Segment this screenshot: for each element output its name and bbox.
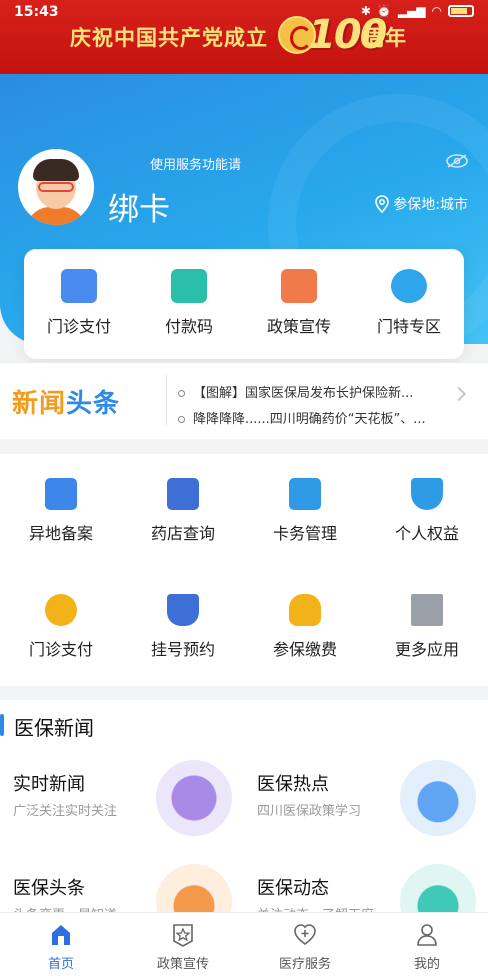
location-pin-icon xyxy=(375,195,390,213)
news-card-realtime[interactable]: 实时新闻 广泛关注实时关注 xyxy=(0,760,244,880)
star-badge-icon xyxy=(173,924,193,947)
service-pharmacy-query[interactable]: 药店查询 xyxy=(122,454,244,554)
quick-action-outpatient-pay[interactable]: 门诊支付 xyxy=(24,249,134,359)
quick-action-label: 付款码 xyxy=(164,317,213,336)
card-icon xyxy=(289,478,321,510)
nav-mine[interactable]: 我的 xyxy=(366,913,488,976)
nav-medical-service[interactable]: 医疗服务 xyxy=(244,913,366,976)
badge-icon xyxy=(411,478,443,510)
wallet-icon xyxy=(61,269,97,303)
divider xyxy=(166,375,167,425)
nav-home[interactable]: 首页 xyxy=(0,913,122,976)
registration-icon xyxy=(167,594,199,626)
service-label: 更多应用 xyxy=(394,640,459,659)
avatar[interactable] xyxy=(18,149,94,225)
store-icon xyxy=(167,478,199,510)
flame-icon xyxy=(400,760,476,836)
banner-suffix: 周年 xyxy=(364,26,406,50)
service-more-apps[interactable]: 更多应用 xyxy=(366,570,488,670)
eye-hidden-icon[interactable] xyxy=(446,154,468,168)
edit-doc-icon xyxy=(45,478,77,510)
news-card-title: 医保热点 xyxy=(257,774,329,795)
quick-action-label: 政策宣传 xyxy=(266,317,331,336)
service-label: 参保缴费 xyxy=(272,640,337,659)
news-card-subtitle: 广泛关注实时关注 xyxy=(13,804,118,819)
news-card-hot-topics[interactable]: 医保热点 四川医保政策学习 xyxy=(244,760,488,880)
stopwatch-icon xyxy=(156,760,232,836)
service-personal-rights[interactable]: 个人权益 xyxy=(366,454,488,554)
news-card-title: 医保头条 xyxy=(13,878,85,899)
chevron-right-icon[interactable] xyxy=(451,386,467,402)
section-title: 医保新闻 xyxy=(14,716,94,740)
user-icon xyxy=(417,924,437,946)
ticker-item[interactable]: 降降降降......四川明确药价“天花板”、... xyxy=(178,408,426,427)
medical-insurance-news: 医保新闻 实时新闻 广泛关注实时关注 医保热点 四川医保政策学习 医保头条 头条… xyxy=(0,700,488,940)
service-registration[interactable]: 挂号预约 xyxy=(122,570,244,670)
bind-card-button[interactable]: 绑卡 xyxy=(108,184,170,229)
quick-action-special-clinic[interactable]: 门特专区 xyxy=(354,249,464,359)
nav-label: 医疗服务 xyxy=(278,957,331,972)
quick-action-label: 门诊支付 xyxy=(46,317,111,336)
service-label: 挂号预约 xyxy=(150,640,215,659)
signal-icon: ▂▄▆ xyxy=(397,4,426,18)
service-label: 异地备案 xyxy=(28,524,93,543)
service-card-management[interactable]: 卡务管理 xyxy=(244,454,366,554)
quick-action-payment-code[interactable]: 付款码 xyxy=(134,249,244,359)
service-remote-filing[interactable]: 异地备案 xyxy=(0,454,122,554)
battery-icon xyxy=(448,5,474,17)
star-card-icon xyxy=(281,269,317,303)
status-time: 15:43 xyxy=(14,4,59,20)
bind-card-hint: 使用服务功能请 xyxy=(150,158,242,173)
barcode-icon xyxy=(171,269,207,303)
medical-cross-icon xyxy=(391,269,427,303)
home-icon xyxy=(52,925,70,945)
news-ticker[interactable]: 新闻头条 【图解】国家医保局发布长护保险新... 降降降降......四川明确药… xyxy=(0,363,488,439)
news-card-title: 实时新闻 xyxy=(13,774,85,795)
service-label: 个人权益 xyxy=(394,524,459,543)
service-outpatient-pay[interactable]: 门诊支付 xyxy=(0,570,122,670)
location-label: 参保地:城市 xyxy=(393,197,468,213)
quick-action-label: 门特专区 xyxy=(376,317,441,336)
nav-label: 政策宣传 xyxy=(156,957,209,972)
app-root: 15:43 ✱ ⏰ ▂▄▆ ◠ 庆祝中国共产党成立 100 周年 使用服务功能请… xyxy=(0,0,488,976)
insured-location[interactable]: 参保地:城市 xyxy=(375,194,468,214)
nav-policy[interactable]: 政策宣传 xyxy=(122,913,244,976)
banner-text: 庆祝中国共产党成立 xyxy=(70,26,268,50)
news-card-subtitle: 四川医保政策学习 xyxy=(257,804,362,819)
quick-action-policy[interactable]: 政策宣传 xyxy=(244,249,354,359)
heart-plus-icon xyxy=(294,924,316,945)
news-card-title: 医保动态 xyxy=(257,878,329,899)
headline-logo: 新闻头条 xyxy=(12,389,121,419)
money-bag-icon xyxy=(289,594,321,626)
coin-plus-icon xyxy=(45,594,77,626)
top-banner[interactable]: 15:43 ✱ ⏰ ▂▄▆ ◠ 庆祝中国共产党成立 100 周年 xyxy=(0,0,488,74)
bottom-nav: 首页 政策宣传 医疗服务 我的 xyxy=(0,912,488,976)
section-accent xyxy=(0,714,4,736)
plus-square-icon xyxy=(411,594,443,626)
service-label: 门诊支付 xyxy=(28,640,93,659)
service-label: 药店查询 xyxy=(150,524,215,543)
ticker-item[interactable]: 【图解】国家医保局发布长护保险新... xyxy=(178,382,413,401)
nav-label: 我的 xyxy=(413,957,440,972)
service-insurance-payment[interactable]: 参保缴费 xyxy=(244,570,366,670)
quick-actions-card: 门诊支付 付款码 政策宣传 门特专区 xyxy=(24,249,464,359)
services-grid: 异地备案 药店查询 卡务管理 个人权益 门诊支付 挂号预约 参保缴费 更多应用 xyxy=(0,454,488,686)
wifi-icon: ◠ xyxy=(431,4,442,18)
service-label: 卡务管理 xyxy=(272,524,337,543)
nav-label: 首页 xyxy=(47,957,74,972)
